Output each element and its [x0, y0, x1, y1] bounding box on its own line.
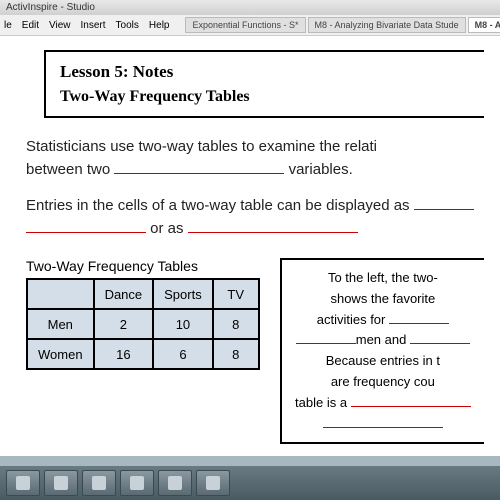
paragraph-1: Statisticians use two-way tables to exam… [26, 136, 484, 181]
blank-display-2 [188, 219, 358, 233]
cell-men-dance: 2 [94, 309, 154, 339]
blank-men-count [296, 330, 356, 344]
p1-text-c: variables. [289, 161, 353, 178]
menu-help[interactable]: Help [149, 20, 170, 31]
table-header-row: Dance Sports TV [27, 279, 259, 309]
tab-bivariate-active[interactable]: M8 - Analyzing Bivariate * [468, 17, 500, 33]
taskbar-icon [130, 476, 144, 490]
lesson-heading: Lesson 5: Notes [60, 62, 470, 82]
cell-women-dance: 16 [94, 339, 154, 369]
p2-text-a: Entries in the cells of a two-way table … [26, 197, 414, 214]
blank-table-type-2 [323, 414, 443, 428]
description-box: To the left, the two- shows the favorite… [280, 258, 484, 444]
document-canvas: Lesson 5: Notes Two-Way Frequency Tables… [0, 36, 500, 456]
taskbar-icon [54, 476, 68, 490]
desc-l4: men and [356, 332, 410, 347]
window-titlebar: ActivInspire - Studio [0, 0, 500, 15]
blank-variables-type [114, 160, 284, 174]
cell-men-sports: 10 [153, 309, 213, 339]
taskbar-button-3[interactable] [82, 470, 116, 496]
tab-exponential[interactable]: Exponential Functions - S* [185, 17, 305, 33]
paragraph-2: Entries in the cells of a two-way table … [26, 195, 484, 240]
header-sports: Sports [153, 279, 213, 309]
taskbar-icon [206, 476, 220, 490]
bottom-row: Two-Way Frequency Tables Dance Sports TV… [26, 258, 484, 444]
taskbar-icon [16, 476, 30, 490]
desc-l7: table is a [295, 395, 351, 410]
blank-display-1a [414, 196, 474, 210]
taskbar-icon [92, 476, 106, 490]
table-row: Women 16 6 8 [27, 339, 259, 369]
header-tv: TV [213, 279, 259, 309]
lesson-subheading: Two-Way Frequency Tables [60, 88, 470, 106]
desc-l6: are frequency cou [331, 374, 435, 389]
table-row: Men 2 10 8 [27, 309, 259, 339]
blank-women-count [410, 330, 470, 344]
table-title: Two-Way Frequency Tables [26, 258, 260, 274]
taskbar-button-5[interactable] [158, 470, 192, 496]
blank-table-type [351, 393, 471, 407]
p1-text-a: Statisticians use two-way tables to exam… [26, 138, 377, 155]
cell-women-sports: 6 [153, 339, 213, 369]
taskbar-icon [168, 476, 182, 490]
blank-display-1b [26, 219, 146, 233]
header-dance: Dance [94, 279, 154, 309]
frequency-table-section: Two-Way Frequency Tables Dance Sports TV… [26, 258, 260, 444]
desc-l2: shows the favorite [330, 291, 435, 306]
p2-text-b: or as [150, 220, 188, 237]
taskbar-button-4[interactable] [120, 470, 154, 496]
document-tabs: Exponential Functions - S* M8 - Analyzin… [185, 17, 500, 33]
taskbar-button-6[interactable] [196, 470, 230, 496]
desc-l1: To the left, the two- [328, 270, 438, 285]
cell-women-tv: 8 [213, 339, 259, 369]
taskbar-button-1[interactable] [6, 470, 40, 496]
frequency-table: Dance Sports TV Men 2 10 8 Women 16 6 8 [26, 278, 260, 370]
p1-text-b: between two [26, 161, 114, 178]
menubar: le Edit View Insert Tools Help Exponenti… [0, 15, 500, 36]
lesson-title-box: Lesson 5: Notes Two-Way Frequency Tables [44, 50, 484, 118]
header-blank [27, 279, 94, 309]
menu-view[interactable]: View [49, 20, 71, 31]
window-title: ActivInspire - Studio [6, 2, 95, 13]
taskbar [0, 466, 500, 500]
menu-edit[interactable]: Edit [22, 20, 39, 31]
row-label-women: Women [27, 339, 94, 369]
desc-l5: Because entries in t [326, 353, 440, 368]
cell-men-tv: 8 [213, 309, 259, 339]
row-label-men: Men [27, 309, 94, 339]
menu-tools[interactable]: Tools [116, 20, 139, 31]
blank-activities-for [389, 310, 449, 324]
menu-insert[interactable]: Insert [81, 20, 106, 31]
taskbar-button-2[interactable] [44, 470, 78, 496]
menu-file[interactable]: le [4, 20, 12, 31]
tab-bivariate-stude[interactable]: M8 - Analyzing Bivariate Data Stude [308, 17, 466, 33]
desc-l3: activities for [317, 312, 389, 327]
